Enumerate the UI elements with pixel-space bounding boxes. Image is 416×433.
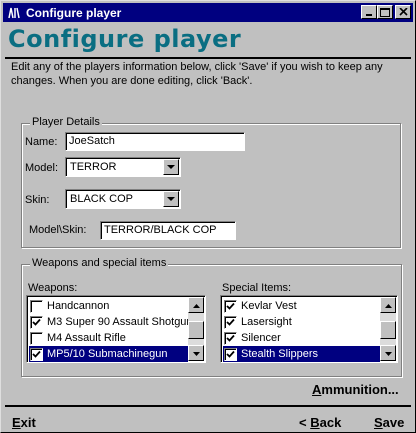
special-items-list[interactable]: Kevlar Vest Lasersight Silencer Stealth Sli… xyxy=(220,295,398,363)
list-item[interactable]: M3 Super 90 Assault Shotgun xyxy=(29,314,193,330)
scroll-up-button[interactable] xyxy=(380,297,396,313)
checkbox-checked[interactable] xyxy=(224,315,237,329)
save-link-label: Save xyxy=(374,415,405,430)
name-input[interactable]: JoeSatch xyxy=(65,132,245,151)
footer-divider xyxy=(5,405,411,407)
weapons-group-label: Weapons and special items xyxy=(30,257,169,269)
arrow-up-icon xyxy=(192,299,200,311)
list-item-label: M3 Super 90 Assault Shotgun xyxy=(47,316,193,328)
list-item[interactable]: Silencer xyxy=(223,330,380,346)
checkbox-checked[interactable] xyxy=(224,331,237,345)
scroll-thumb[interactable] xyxy=(380,321,396,339)
chevron-down-icon xyxy=(167,193,175,205)
chevron-down-icon xyxy=(167,161,175,173)
title-bar[interactable]: Configure player xyxy=(3,3,413,22)
arrow-down-icon xyxy=(192,347,200,359)
maximize-button[interactable] xyxy=(377,5,393,19)
checkbox-checked[interactable] xyxy=(30,347,43,361)
close-button[interactable] xyxy=(395,5,411,19)
exit-link-label: Exit xyxy=(12,415,36,430)
model-select-value: TERROR xyxy=(70,161,117,173)
header-divider xyxy=(5,57,411,59)
list-item-label: Stealth Slippers xyxy=(241,348,319,360)
list-item[interactable]: Kevlar Vest xyxy=(223,298,380,314)
arrow-up-icon xyxy=(384,299,392,311)
model-dropdown-button[interactable] xyxy=(163,159,179,175)
checkbox-checked[interactable] xyxy=(30,315,43,329)
checkbox-unchecked[interactable] xyxy=(30,299,43,313)
checkbox-unchecked[interactable] xyxy=(30,331,43,345)
weapons-list[interactable]: Handcannon M3 Super 90 Assault Shotgun M4 … xyxy=(26,295,206,363)
ammunition-link[interactable]: Ammunition... xyxy=(312,382,399,397)
skin-label: Skin: xyxy=(25,194,50,206)
list-item-label: Lasersight xyxy=(241,316,292,328)
list-item[interactable]: Handcannon xyxy=(29,298,188,314)
list-item[interactable]: Lasersight xyxy=(223,314,380,330)
model-label: Model: xyxy=(25,162,59,174)
save-link[interactable]: Save xyxy=(374,415,404,430)
model-select[interactable]: TERROR xyxy=(65,157,181,177)
skin-dropdown-button[interactable] xyxy=(163,191,179,207)
minimize-icon xyxy=(365,8,373,16)
list-item-label: Handcannon xyxy=(47,300,110,312)
model-skin-label: Model\Skin: xyxy=(29,224,87,236)
arrow-down-icon xyxy=(384,347,392,359)
list-item-label: Silencer xyxy=(241,332,281,344)
name-label: Name: xyxy=(25,136,58,148)
skin-select[interactable]: BLACK COP xyxy=(65,189,181,209)
list-item-label: M4 Assault Rifle xyxy=(47,332,126,344)
minimize-button[interactable] xyxy=(361,5,377,19)
page-header: Configure player xyxy=(5,24,411,56)
close-icon xyxy=(398,8,408,16)
window-title: Configure player xyxy=(26,5,122,20)
list-item[interactable]: Stealth Slippers xyxy=(223,346,380,362)
list-item[interactable]: M4 Assault Rifle xyxy=(29,330,188,346)
scroll-thumb[interactable] xyxy=(188,321,204,339)
app-icon xyxy=(6,6,22,20)
instructions-text: Edit any of the players information belo… xyxy=(11,61,383,87)
configure-player-window: Configure player Configure player Edit a… xyxy=(0,0,416,433)
checkbox-checked[interactable] xyxy=(224,299,237,313)
ammunition-link-label: Ammunition... xyxy=(312,382,399,397)
scroll-down-button[interactable] xyxy=(380,345,396,361)
skin-select-value: BLACK COP xyxy=(70,193,133,205)
checkbox-checked[interactable] xyxy=(224,347,237,361)
list-item-label: Kevlar Vest xyxy=(241,300,297,312)
model-skin-field[interactable]: TERROR/BLACK COP xyxy=(100,221,236,240)
scroll-up-button[interactable] xyxy=(188,297,204,313)
special-items-label: Special Items: xyxy=(222,282,292,294)
list-item-label: MP5/10 Submachinegun xyxy=(47,348,168,360)
page-title: Configure player xyxy=(8,25,242,53)
exit-link[interactable]: Exit xyxy=(12,415,36,430)
list-item[interactable]: MP5/10 Submachinegun xyxy=(29,346,188,362)
weapons-label: Weapons: xyxy=(28,282,78,294)
player-details-label: Player Details xyxy=(30,116,102,128)
maximize-icon xyxy=(380,7,390,17)
back-link-label: < Back xyxy=(299,415,342,430)
back-link[interactable]: < Back xyxy=(299,415,341,430)
scroll-down-button[interactable] xyxy=(188,345,204,361)
special-items-scrollbar[interactable] xyxy=(380,297,396,361)
weapons-scrollbar[interactable] xyxy=(188,297,204,361)
